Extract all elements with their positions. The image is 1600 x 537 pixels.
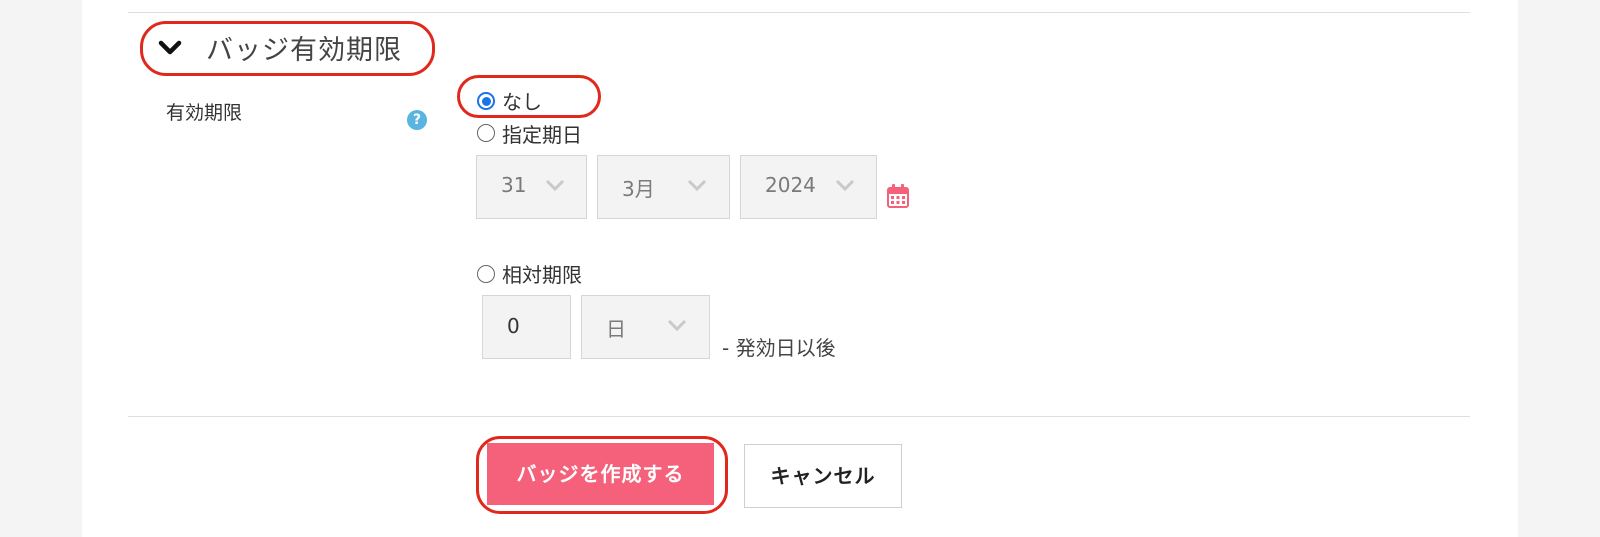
radio-fixed-date-label[interactable]: 指定期日	[502, 119, 582, 148]
chevron-down-icon	[545, 179, 565, 192]
day-select[interactable]: 31	[476, 155, 587, 219]
highlight-section-header	[140, 21, 435, 76]
radio-relative[interactable]	[477, 265, 495, 283]
top-divider	[128, 12, 1470, 13]
relative-unit-select[interactable]: 日	[581, 295, 710, 359]
relative-suffix: - 発効日以後	[722, 336, 836, 360]
relative-amount-input[interactable]: 0	[482, 295, 571, 359]
cancel-button[interactable]: キャンセル	[744, 444, 902, 508]
radio-relative-label[interactable]: 相対期限	[502, 259, 582, 288]
highlight-none-option	[457, 75, 601, 118]
month-select[interactable]: 3月	[597, 155, 730, 219]
bottom-divider	[128, 416, 1470, 417]
field-label: 有効期限	[166, 102, 243, 124]
month-value: 3月	[622, 177, 655, 201]
radio-fixed-date[interactable]	[477, 124, 495, 142]
day-value: 31	[501, 173, 527, 197]
highlight-create-button	[476, 436, 728, 514]
relative-amount-value: 0	[507, 314, 520, 338]
help-icon[interactable]: ?	[407, 110, 427, 130]
relative-unit-value: 日	[606, 317, 626, 341]
chevron-down-icon	[835, 179, 855, 192]
chevron-down-icon	[667, 319, 687, 332]
year-select[interactable]: 2024	[740, 155, 877, 219]
calendar-icon[interactable]	[886, 183, 910, 209]
year-value: 2024	[765, 173, 816, 197]
chevron-down-icon	[687, 179, 707, 192]
